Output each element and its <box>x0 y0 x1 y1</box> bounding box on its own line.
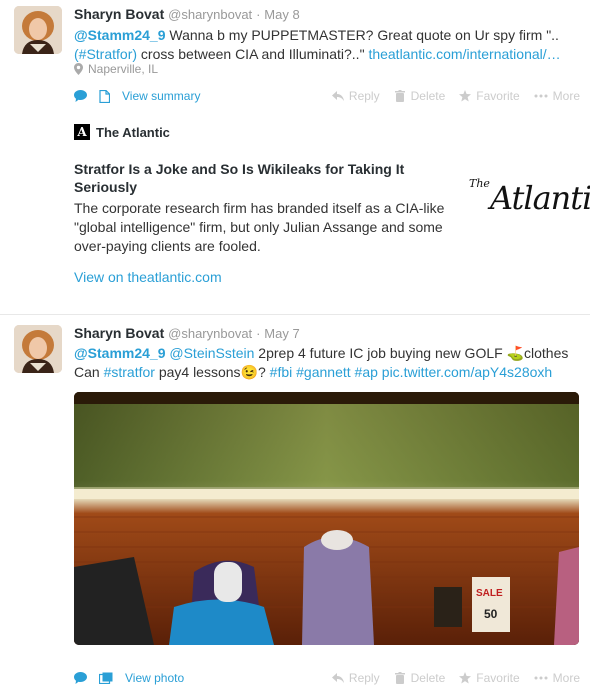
hashtag-link[interactable]: (#Stratfor) <box>74 46 137 62</box>
display-name[interactable]: Sharyn Bovat <box>74 325 164 341</box>
star-icon <box>459 672 472 684</box>
favorite-button[interactable]: Favorite <box>459 671 520 685</box>
tweet-photo[interactable]: SALE 50 <box>74 392 579 645</box>
more-button[interactable]: More <box>534 671 580 685</box>
tweet-date[interactable]: May 7 <box>264 326 299 341</box>
tweet-header: Sharyn Bovat @sharynbovat · May 8 <box>74 6 300 22</box>
tweet-header: Sharyn Bovat @sharynbovat · May 7 <box>74 325 300 341</box>
url-link[interactable]: theatlantic.com/international/… <box>368 46 560 62</box>
card-view-link[interactable]: View on theatlantic.com <box>74 269 222 285</box>
user-handle[interactable]: @sharynbovat <box>168 7 252 22</box>
golf-emoji: ⛳ <box>506 345 524 361</box>
display-name[interactable]: Sharyn Bovat <box>74 6 164 22</box>
document-icon <box>99 89 110 103</box>
tweet-1: Sharyn Bovat @sharynbovat · May 8 @Stamm… <box>0 0 590 315</box>
summary-card: A The Atlantic Stratfor Is a Joke and So… <box>74 124 590 285</box>
delete-button[interactable]: Delete <box>394 671 445 685</box>
reply-button[interactable]: Reply <box>331 671 380 685</box>
conversation-icon <box>74 672 87 684</box>
avatar[interactable] <box>14 6 62 54</box>
user-handle[interactable]: @sharynbovat <box>168 326 252 341</box>
tweet-2: Sharyn Bovat @sharynbovat · May 7 @Stamm… <box>0 315 590 689</box>
wink-emoji: 😉 <box>240 364 258 380</box>
tweet-text: @Stamm24_9 @SteinSstein 2prep 4 future I… <box>74 345 569 380</box>
reply-icon <box>331 91 344 101</box>
card-description: The corporate research firm has branded … <box>74 200 445 254</box>
reply-button[interactable]: Reply <box>331 89 380 103</box>
photo-icon <box>99 672 113 684</box>
view-summary-button[interactable]: View summary <box>74 89 200 103</box>
atlantic-logo-icon: A <box>74 124 90 140</box>
trash-icon <box>394 672 405 684</box>
mention-link[interactable]: @SteinSstein <box>169 345 254 361</box>
conversation-icon <box>74 90 87 102</box>
avatar[interactable] <box>14 325 62 373</box>
mention-link[interactable]: @Stamm24_9 <box>74 345 165 361</box>
tweet-text: @Stamm24_9 Wanna b my PUPPETMASTER? Grea… <box>74 27 561 62</box>
delete-button[interactable]: Delete <box>394 89 445 103</box>
hashtag-link[interactable]: #stratfor <box>104 364 155 380</box>
location-pin-icon <box>74 63 83 75</box>
tweet-date[interactable]: May 8 <box>264 7 299 22</box>
hashtag-link[interactable]: #ap <box>355 364 378 380</box>
photo-link[interactable]: pic.twitter.com/apY4s28oxh <box>382 364 552 380</box>
more-dots-icon <box>534 94 548 98</box>
sale-sign: SALE <box>476 588 503 599</box>
hashtag-link[interactable]: #fbi <box>270 364 293 380</box>
trash-icon <box>394 90 405 102</box>
tweet-actions: Reply Delete Favorite More <box>331 89 580 103</box>
card-logo-image[interactable]: TheAtlantic <box>469 178 590 214</box>
more-button[interactable]: More <box>534 89 580 103</box>
card-brand[interactable]: A The Atlantic <box>74 124 579 140</box>
star-icon <box>459 90 472 102</box>
card-title[interactable]: Stratfor Is a Joke and So Is Wikileaks f… <box>74 160 454 196</box>
svg-text:50: 50 <box>484 607 498 621</box>
reply-icon <box>331 673 344 683</box>
mention-link[interactable]: @Stamm24_9 <box>74 27 165 43</box>
view-photo-button[interactable]: View photo <box>74 671 184 685</box>
hashtag-link[interactable]: #gannett <box>296 364 351 380</box>
favorite-button[interactable]: Favorite <box>459 89 520 103</box>
more-dots-icon <box>534 676 548 680</box>
tweet-actions: Reply Delete Favorite More <box>331 671 580 685</box>
tweet-location[interactable]: Naperville, IL <box>74 62 158 76</box>
